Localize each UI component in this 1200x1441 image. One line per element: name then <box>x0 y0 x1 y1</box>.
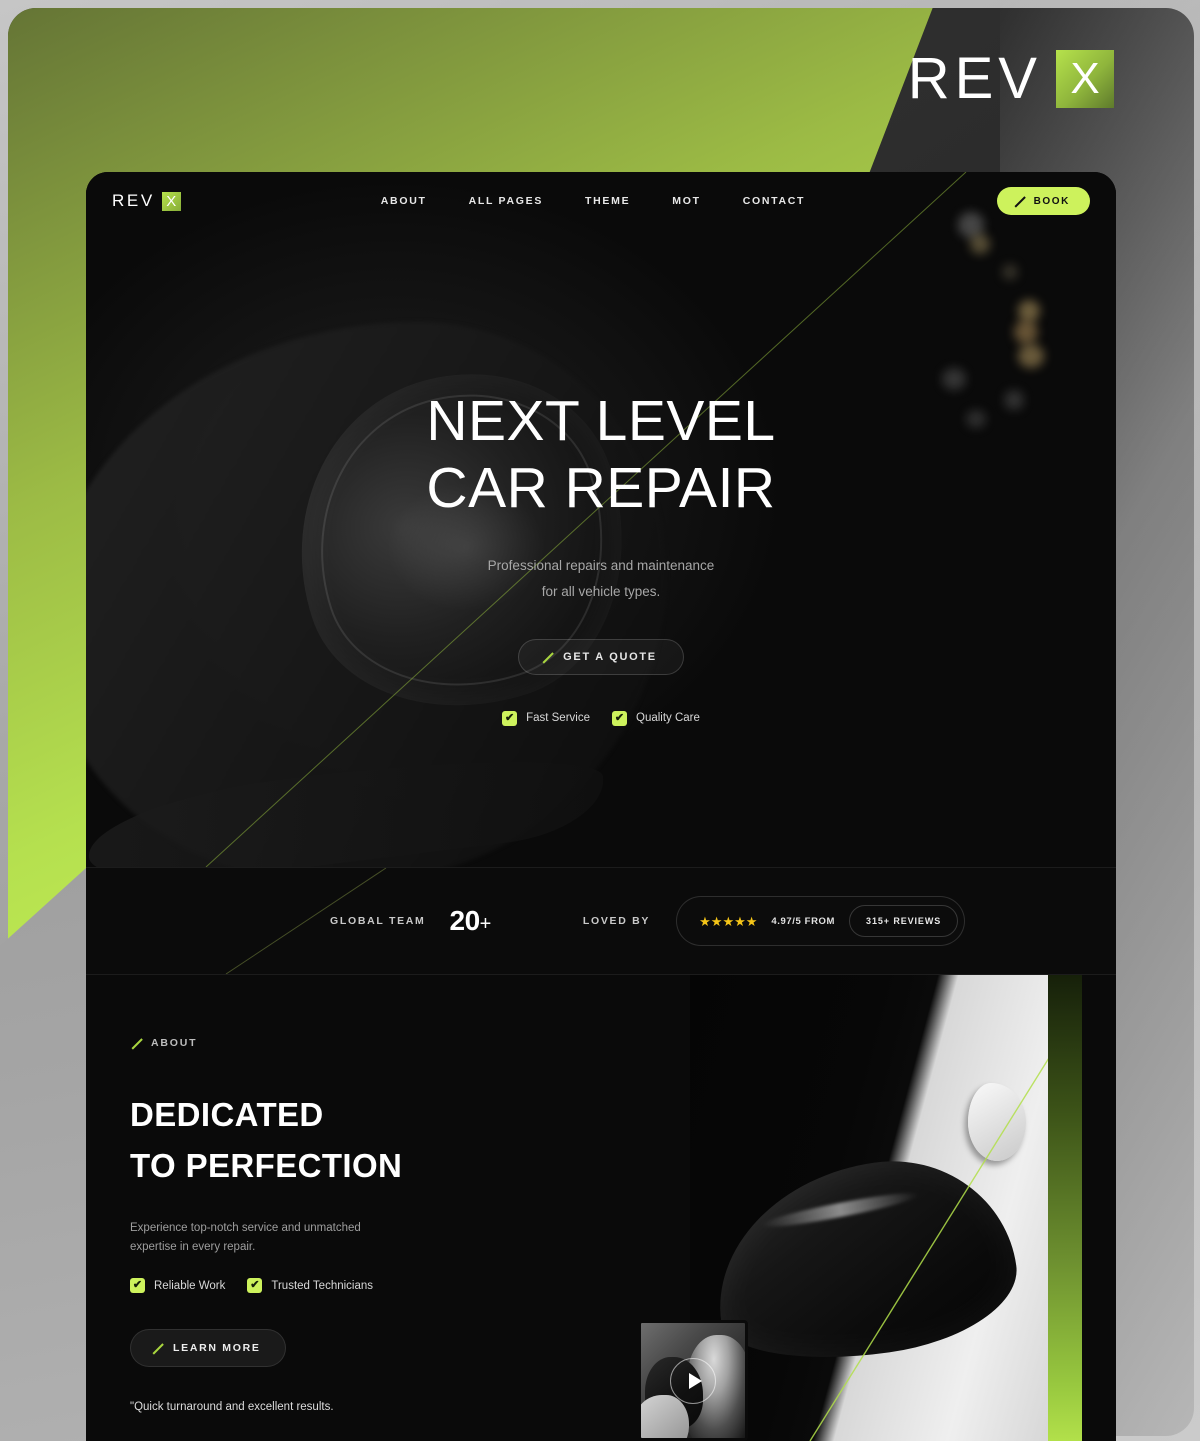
stats-bar: GLOBAL TEAM 20+ LOVED BY ★★★★★ 4.97/5 FR… <box>86 867 1116 975</box>
checkmark-icon: ✔ <box>502 710 518 726</box>
navbar-logo-x-badge: X <box>161 191 181 211</box>
brand-logo-x-badge: X <box>1056 50 1114 108</box>
hero-subtitle-line-2: for all vehicle types. <box>541 584 661 600</box>
slash-icon <box>151 1342 163 1354</box>
hero-title: NEXT LEVEL CAR REPAIR <box>86 388 1116 521</box>
video-hand-shape <box>641 1395 689 1438</box>
navbar-actions: BOOK <box>996 187 1090 215</box>
star-rating-icon: ★★★★★ <box>699 913 758 929</box>
stat-team-suffix: + <box>479 913 492 935</box>
get-a-quote-label: GET A QUOTE <box>563 650 657 663</box>
about-eyebrow-label: ABOUT <box>151 1037 198 1049</box>
stat-global-team-value: 20+ <box>449 905 492 937</box>
stat-team-number: 20 <box>449 905 481 936</box>
hero-feature-list: ✔ Fast Service ✔ Quality Care <box>86 710 1116 726</box>
hero-subtitle: Professional repairs and maintenance for… <box>86 553 1116 604</box>
reviews-count-chip[interactable]: 315+ REVIEWS <box>849 905 959 937</box>
slash-icon <box>1013 195 1025 207</box>
checkmark-icon: ✔ <box>130 1278 145 1294</box>
about-video-thumbnail[interactable] <box>638 1320 748 1441</box>
hero-content: NEXT LEVEL CAR REPAIR Professional repai… <box>86 230 1116 726</box>
navbar-logo[interactable]: REV X <box>112 191 181 211</box>
website-preview-card: REV X ABOUT ALL PAGES THEME MOT CONTACT … <box>86 172 1116 1441</box>
nav-link-mot[interactable]: MOT <box>672 195 700 207</box>
stat-loved-by-label: LOVED BY <box>582 915 651 927</box>
nav-link-all-pages[interactable]: ALL PAGES <box>469 195 543 207</box>
about-section: ABOUT DEDICATED TO PERFECTION Experience… <box>86 975 1116 1441</box>
hero-section: REV X ABOUT ALL PAGES THEME MOT CONTACT … <box>86 172 1116 867</box>
navbar-logo-text: REV <box>112 191 155 210</box>
navbar-links: ABOUT ALL PAGES THEME MOT CONTACT <box>381 195 805 207</box>
book-button[interactable]: BOOK <box>996 187 1090 215</box>
about-paragraph: Experience top-notch service and unmatch… <box>130 1222 361 1253</box>
about-feature-label: Trusted Technicians <box>271 1279 374 1292</box>
slash-icon <box>130 1037 142 1049</box>
brand-logo-text: REV <box>907 46 1042 111</box>
learn-more-label: LEARN MORE <box>173 1342 261 1355</box>
play-icon[interactable] <box>670 1357 716 1404</box>
nav-link-about[interactable]: ABOUT <box>381 195 427 207</box>
slash-icon <box>541 651 553 663</box>
about-feature-label: Reliable Work <box>154 1279 226 1292</box>
learn-more-button[interactable]: LEARN MORE <box>130 1329 286 1368</box>
hero-subtitle-line-1: Professional repairs and maintenance <box>487 558 715 574</box>
checkmark-icon: ✔ <box>612 710 627 726</box>
stat-global-team-label: GLOBAL TEAM <box>330 915 426 927</box>
about-feature-trusted-technicians: ✔ Trusted Technicians <box>247 1278 374 1294</box>
about-green-edge-strip <box>1048 975 1082 1441</box>
main-navbar: REV X ABOUT ALL PAGES THEME MOT CONTACT … <box>86 172 1116 230</box>
hero-feature-fast-service: ✔ Fast Service <box>502 710 590 726</box>
get-a-quote-button[interactable]: GET A QUOTE <box>518 638 684 675</box>
checkmark-icon: ✔ <box>247 1278 263 1294</box>
hero-feature-label: Fast Service <box>526 712 590 725</box>
hero-title-line-1: NEXT LEVEL <box>426 389 776 453</box>
about-hero-image <box>690 975 1082 1441</box>
brand-logo: REV X <box>908 50 1114 108</box>
about-feature-reliable-work: ✔ Reliable Work <box>130 1278 226 1294</box>
hero-title-line-2: CAR REPAIR <box>426 455 776 520</box>
rating-value-text: 4.97/5 FROM <box>771 915 836 927</box>
book-button-label: BOOK <box>1033 195 1070 207</box>
review-rating-pill[interactable]: ★★★★★ 4.97/5 FROM 315+ REVIEWS <box>676 896 966 946</box>
hero-feature-label: Quality Care <box>636 712 700 725</box>
hero-feature-quality-care: ✔ Quality Care <box>612 710 700 726</box>
nav-link-theme[interactable]: THEME <box>585 195 630 207</box>
nav-link-contact[interactable]: CONTACT <box>743 195 805 207</box>
